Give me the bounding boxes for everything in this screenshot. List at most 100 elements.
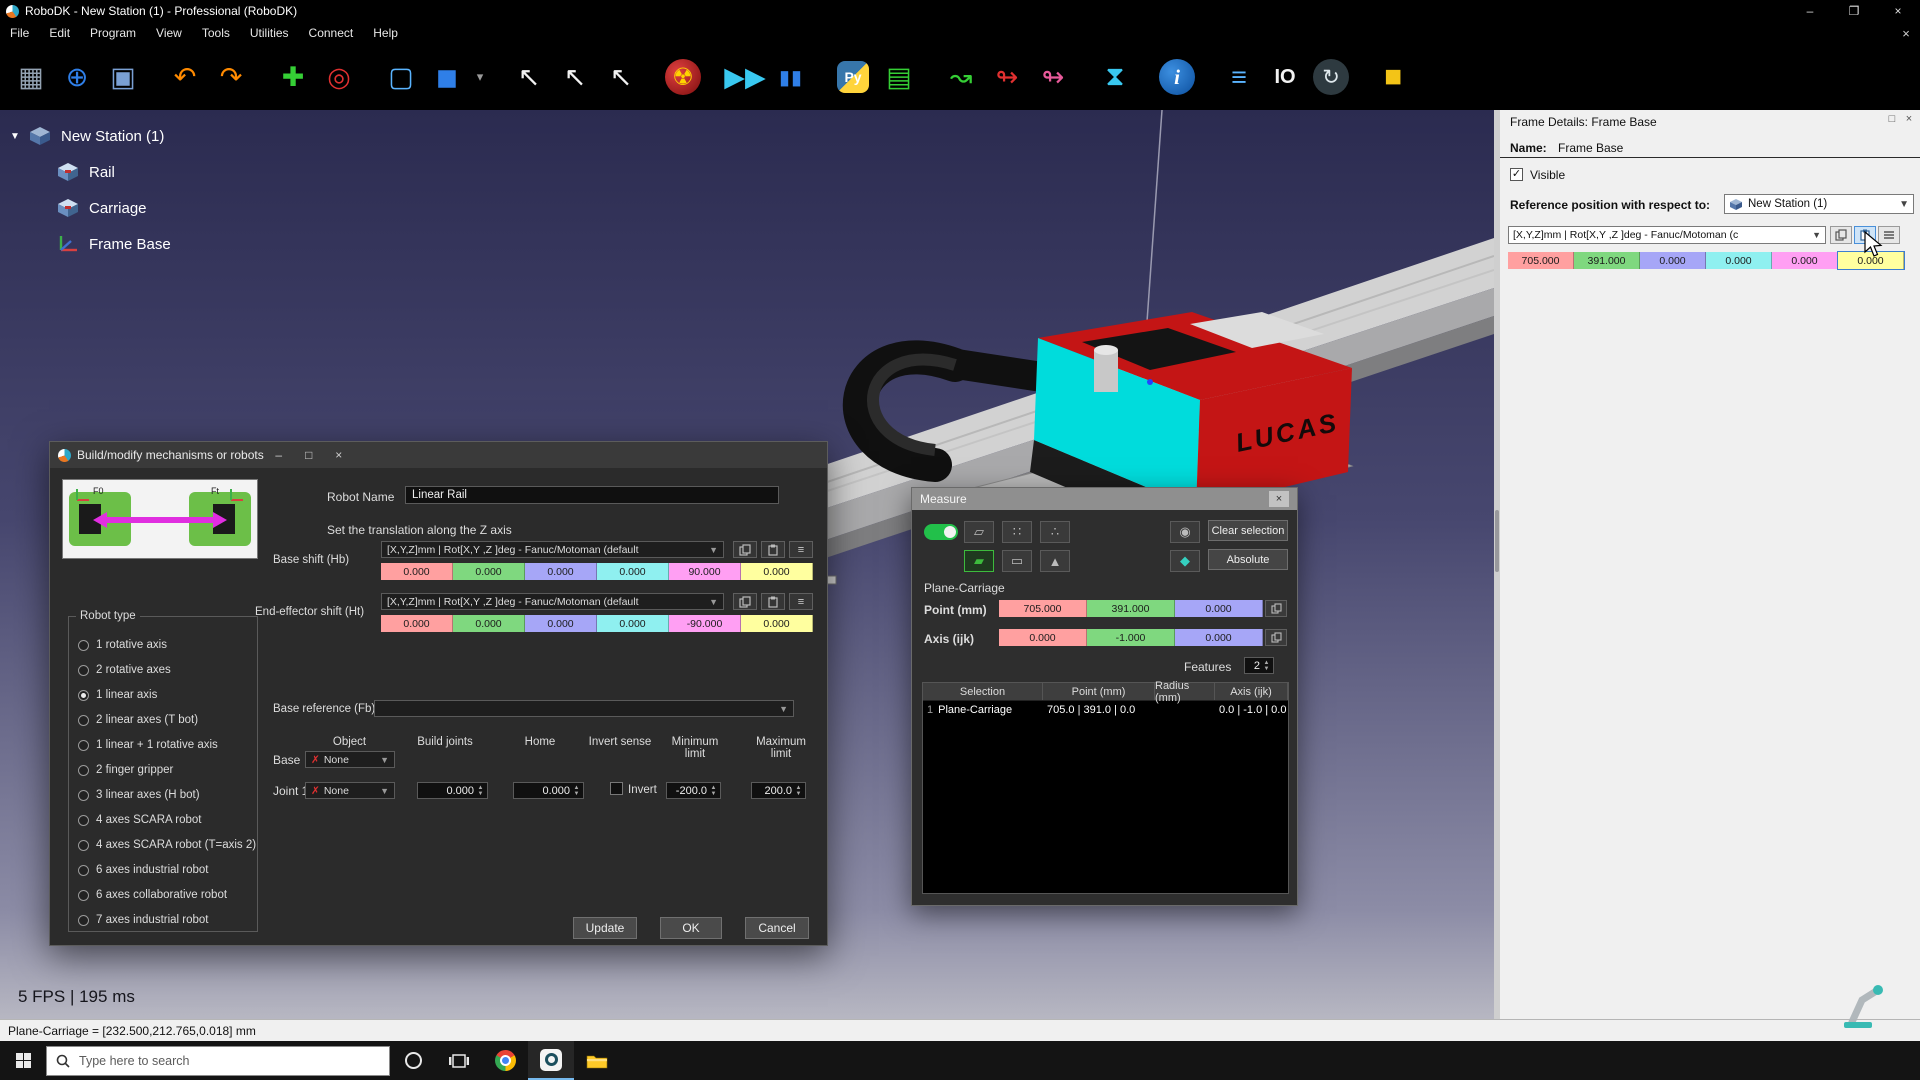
measure-toggle[interactable] [924, 524, 958, 540]
ok-button[interactable]: OK [660, 917, 722, 939]
radio-2-rotative-axes[interactable]: 2 rotative axes [78, 663, 171, 677]
ee-shift-rz[interactable]: 0.000 [741, 615, 813, 632]
measure-surface-icon[interactable]: ▱ [964, 521, 994, 543]
tree-item-carriage[interactable]: Carriage [56, 194, 171, 222]
start-button[interactable] [0, 1041, 46, 1080]
measure-plane-icon[interactable]: ▰ [964, 550, 994, 572]
spinner-arrows-icon[interactable]: ▲▼ [793, 783, 804, 798]
column-radius[interactable]: Radius (mm) [1155, 683, 1215, 700]
measure-points-icon[interactable]: ∷ [1002, 521, 1032, 543]
spinner-arrows-icon[interactable]: ▲▼ [1261, 658, 1272, 673]
visible-checkbox[interactable]: ✓ [1510, 168, 1523, 181]
online-library-icon[interactable]: ⊕ [54, 52, 100, 102]
base-object-dropdown[interactable]: ✗ None ▼ [305, 751, 395, 768]
add-target-icon[interactable]: ◎ [316, 52, 362, 102]
collision-check-icon-wrap[interactable]: ☢ [660, 52, 706, 102]
python-program-icon-wrap[interactable]: Py [830, 52, 876, 102]
measure-diamond-icon[interactable]: ◆ [1170, 550, 1200, 572]
menu-file[interactable]: File [0, 22, 39, 44]
measure-title-bar[interactable]: Measure × [912, 488, 1297, 510]
point-y-field[interactable]: 391.000 [1087, 600, 1175, 617]
menu-edit[interactable]: Edit [39, 22, 80, 44]
connect-icon[interactable]: ↻ [1313, 59, 1349, 95]
info-icon-wrap[interactable]: i [1154, 52, 1200, 102]
measure-close-button[interactable]: × [1269, 491, 1289, 507]
joint1-invert-checkbox[interactable] [610, 782, 623, 795]
undo-icon[interactable]: ↶ [162, 52, 208, 102]
copy-point-button[interactable] [1265, 600, 1287, 617]
io-icon[interactable]: IO [1262, 52, 1308, 102]
measure-cylinder-icon[interactable]: ▭ [1002, 550, 1032, 572]
radio-2-linear-axes[interactable]: 2 linear axes (T bot) [78, 713, 198, 727]
radio-7-axes-industrial[interactable]: 7 axes industrial robot [78, 913, 209, 927]
joint1-max-limit-spinner[interactable]: 200.0 ▲▼ [751, 782, 806, 799]
measure-point-cloud-icon[interactable]: ∴ [1040, 521, 1070, 543]
params-icon[interactable]: ≡ [1216, 52, 1262, 102]
radio-4-axes-scara-t2[interactable]: 4 axes SCARA robot (T=axis 2) [78, 838, 256, 852]
ee-shift-format-dropdown[interactable]: [X,Y,Z]mm | Rot[X,Y ,Z ]deg - Fanuc/Moto… [381, 593, 724, 610]
select-icon[interactable]: ↖ [506, 52, 552, 102]
minimize-button[interactable]: – [1788, 0, 1832, 22]
column-point[interactable]: Point (mm) [1043, 683, 1155, 700]
chrome-taskbar-button[interactable] [482, 1041, 528, 1080]
absolute-button[interactable]: Absolute [1208, 549, 1288, 570]
taskbar-search[interactable] [46, 1046, 390, 1076]
base-reference-dropdown[interactable]: ▼ [374, 700, 794, 717]
menu-view[interactable]: View [146, 22, 192, 44]
tree-item-label[interactable]: Frame Base [89, 236, 171, 253]
base-shift-x[interactable]: 0.000 [381, 563, 453, 580]
redo-icon[interactable]: ↷ [208, 52, 254, 102]
column-axis[interactable]: Axis (ijk) [1215, 683, 1288, 700]
close-document-icon[interactable]: × [1892, 26, 1920, 41]
search-input[interactable] [79, 1054, 339, 1068]
joint1-object-dropdown[interactable]: ✗ None ▼ [305, 782, 395, 799]
menu-tools[interactable]: Tools [192, 22, 240, 44]
copy-pose-button[interactable] [1830, 226, 1852, 244]
ee-shift-ry[interactable]: -90.000 [669, 615, 741, 632]
joint1-min-limit-spinner[interactable]: -200.0 ▲▼ [666, 782, 721, 799]
iso-view-caret-icon[interactable]: ▾ [470, 52, 490, 102]
pose-ry-field[interactable]: 0.000 [1772, 252, 1838, 269]
close-button[interactable]: × [1876, 0, 1920, 22]
package-icon[interactable]: ■ [1370, 52, 1416, 102]
axis-k-field[interactable]: 0.000 [1175, 629, 1263, 646]
menu-help[interactable]: Help [363, 22, 408, 44]
dialog-close-button[interactable]: × [324, 442, 354, 468]
teach-circle-icon[interactable]: ↬ [984, 52, 1030, 102]
pose-z-field[interactable]: 0.000 [1640, 252, 1706, 269]
restore-button[interactable]: ❐ [1832, 0, 1876, 22]
pause-icon[interactable]: ▮▮ [768, 52, 814, 102]
move-tool-icon[interactable]: ↖ [598, 52, 644, 102]
radio-2-finger-gripper[interactable]: 2 finger gripper [78, 763, 173, 777]
spinner-arrows-icon[interactable]: ▲▼ [571, 783, 582, 798]
robodk-taskbar-button[interactable] [528, 1041, 574, 1080]
tree-item-frame-base[interactable]: Frame Base [56, 230, 171, 258]
connect-icon-wrap[interactable]: ↻ [1308, 52, 1354, 102]
ee-shift-rx[interactable]: 0.000 [597, 615, 669, 632]
base-shift-format-dropdown[interactable]: [X,Y,Z]mm | Rot[X,Y ,Z ]deg - Fanuc/Moto… [381, 541, 724, 558]
expander-icon[interactable]: ▼ [10, 131, 24, 142]
base-shift-y[interactable]: 0.000 [453, 563, 525, 580]
update-button[interactable]: Update [573, 917, 637, 939]
features-spinner[interactable]: 2 ▲▼ [1244, 657, 1274, 674]
joint1-home-spinner[interactable]: 0.000 ▲▼ [513, 782, 584, 799]
teach-move-icon[interactable]: ↝ [938, 52, 984, 102]
dialog-maximize-button[interactable]: □ [294, 442, 324, 468]
menu-program[interactable]: Program [80, 22, 146, 44]
pose-y-field[interactable]: 391.000 [1574, 252, 1640, 269]
tree-item-label[interactable]: Rail [89, 164, 115, 181]
reference-dropdown[interactable]: New Station (1) ▼ [1724, 194, 1914, 214]
cortana-button[interactable] [390, 1041, 436, 1080]
new-program-icon[interactable]: ▤ [876, 52, 922, 102]
wait-icon[interactable]: ⧗ [1092, 52, 1138, 102]
info-icon[interactable]: i [1159, 59, 1195, 95]
tree-item-station[interactable]: ▼ New Station (1) [10, 122, 171, 150]
fit-all-icon[interactable]: ▢ [378, 52, 424, 102]
menu-utilities[interactable]: Utilities [240, 22, 299, 44]
measure-cone-icon[interactable]: ▲ [1040, 550, 1070, 572]
paste-pose-button[interactable] [761, 541, 785, 558]
pose-rx-field[interactable]: 0.000 [1706, 252, 1772, 269]
teach-path-icon[interactable]: ↬ [1030, 52, 1076, 102]
python-program-icon[interactable]: Py [837, 61, 869, 93]
copy-axis-button[interactable] [1265, 629, 1287, 646]
